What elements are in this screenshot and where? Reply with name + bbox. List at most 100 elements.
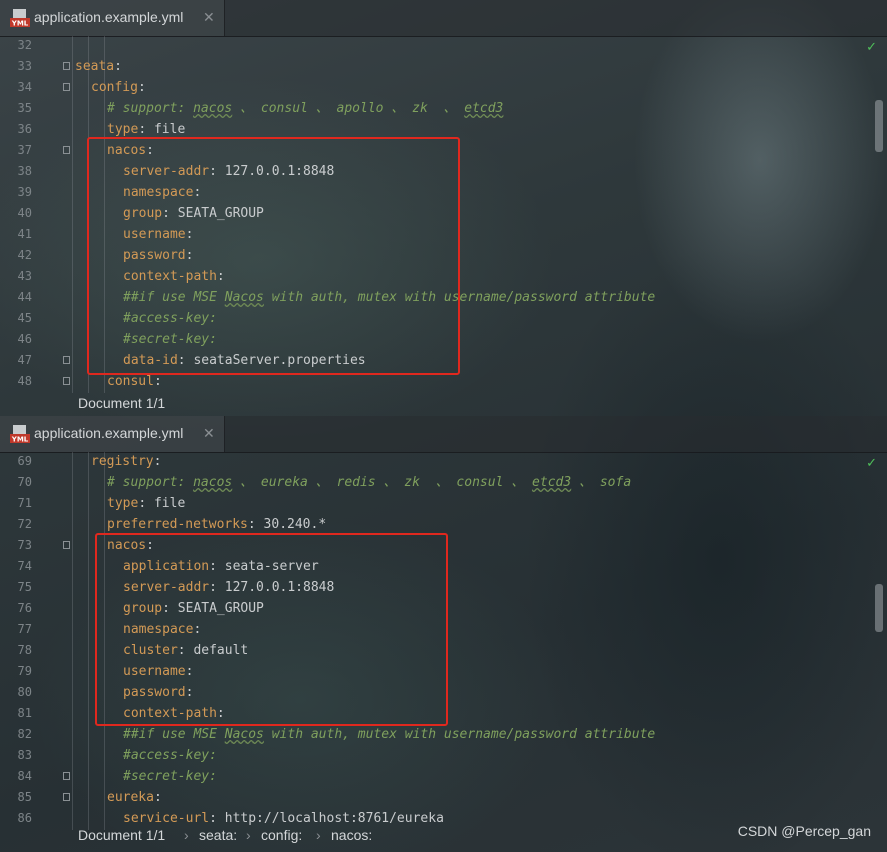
document-indicator[interactable]: Document 1/1 xyxy=(78,827,165,843)
breadcrumb-item[interactable]: nacos: xyxy=(331,827,372,843)
line-number: 79 xyxy=(17,664,32,678)
line-number: 72 xyxy=(17,517,32,531)
line-number: 46 xyxy=(17,332,32,346)
line-number: 70 xyxy=(17,475,32,489)
yaml-key: config xyxy=(91,80,138,95)
file-tab[interactable]: YML application.example.yml ✕ xyxy=(0,0,225,36)
line-number: 44 xyxy=(17,290,32,304)
yml-file-icon: YML xyxy=(10,425,30,444)
fold-marker-icon[interactable] xyxy=(63,377,70,385)
fold-marker-icon[interactable] xyxy=(63,83,70,91)
code-line[interactable]: 32 xyxy=(0,35,887,56)
fold-marker-icon[interactable] xyxy=(63,793,70,801)
line-number: 81 xyxy=(17,706,32,720)
fold-marker-icon[interactable] xyxy=(63,772,70,780)
tab-title: application.example.yml xyxy=(34,9,184,25)
line-number: 76 xyxy=(17,601,32,615)
tab-bar: YML application.example.yml ✕ xyxy=(0,0,887,37)
highlight-box xyxy=(95,533,448,726)
line-number: 36 xyxy=(17,122,32,136)
yaml-key: type xyxy=(107,496,139,511)
fold-marker-icon[interactable] xyxy=(63,146,70,154)
code-line[interactable]: 72 preferred-networks: 30.240.* xyxy=(0,514,887,535)
line-number: 75 xyxy=(17,580,32,594)
line-number: 74 xyxy=(17,559,32,573)
line-text: # support: nacos 、 consul 、 apollo 、 zk … xyxy=(107,98,503,119)
yaml-key: type xyxy=(107,122,139,137)
line-number: 82 xyxy=(17,727,32,741)
breadcrumb-separator: › xyxy=(184,827,189,843)
line-number: 38 xyxy=(17,164,32,178)
line-number: 33 xyxy=(17,59,32,73)
document-indicator[interactable]: Document 1/1 xyxy=(78,395,165,411)
line-number: 85 xyxy=(17,790,32,804)
code-line[interactable]: 70 # support: nacos 、 eureka 、 redis 、 zk… xyxy=(0,472,887,493)
line-number: 32 xyxy=(17,38,32,52)
file-tab[interactable]: YML application.example.yml ✕ xyxy=(0,416,225,452)
code-line[interactable]: 34 config: xyxy=(0,77,887,98)
code-line[interactable]: 33 seata: xyxy=(0,56,887,77)
line-text: eureka: xyxy=(107,787,162,808)
fold-marker-icon[interactable] xyxy=(63,62,70,70)
yaml-key: consul xyxy=(107,374,154,389)
yaml-value: : file xyxy=(138,496,186,511)
breadcrumb-item[interactable]: config: xyxy=(261,827,302,843)
line-number: 35 xyxy=(17,101,32,115)
line-number: 84 xyxy=(17,769,32,783)
yaml-value: : xyxy=(153,454,162,469)
line-text: config: xyxy=(91,77,146,98)
code-line[interactable]: 35 # support: nacos 、 consul 、 apollo 、 z… xyxy=(0,98,887,119)
yaml-key: preferred-networks xyxy=(107,517,248,532)
code-line[interactable]: 71 type: file xyxy=(0,493,887,514)
tab-bar: YML application.example.yml ✕ xyxy=(0,416,887,453)
line-text: #access-key: xyxy=(123,745,217,766)
line-number: 45 xyxy=(17,311,32,325)
line-text: seata: xyxy=(75,56,122,77)
line-text: registry: xyxy=(91,451,161,472)
fold-marker-icon[interactable] xyxy=(63,356,70,364)
yaml-key: registry xyxy=(91,454,154,469)
code-line[interactable]: 85 eureka: xyxy=(0,787,887,808)
line-text: # support: nacos 、 eureka 、 redis 、 zk 、… xyxy=(107,472,631,493)
close-tab-icon[interactable]: ✕ xyxy=(203,9,215,26)
yaml-comment: # support: nacos 、 eureka 、 redis 、 zk 、… xyxy=(107,475,632,490)
close-tab-icon[interactable]: ✕ xyxy=(203,425,215,442)
line-number: 37 xyxy=(17,143,32,157)
line-number: 71 xyxy=(17,496,32,510)
line-number: 47 xyxy=(17,353,32,367)
line-text: type: file xyxy=(107,493,185,514)
code-line[interactable]: 82 ##if use MSE Nacos with auth, mutex wi… xyxy=(0,724,887,745)
line-number: 39 xyxy=(17,185,32,199)
editor-pane-top: YML application.example.yml ✕ ✓ 32 33 seat… xyxy=(0,0,887,416)
tab-title: application.example.yml xyxy=(34,425,184,441)
yaml-value: : xyxy=(137,80,146,95)
line-number: 73 xyxy=(17,538,32,552)
watermark: CSDN @Percep_gan xyxy=(737,823,871,839)
yaml-value: : 30.240.* xyxy=(247,517,327,532)
line-number: 41 xyxy=(17,227,32,241)
code-line[interactable]: 69 registry: xyxy=(0,451,887,472)
line-text: preferred-networks: 30.240.* xyxy=(107,514,326,535)
breadcrumb-item[interactable]: seata: xyxy=(199,827,237,843)
breadcrumb-separator: › xyxy=(246,827,251,843)
yaml-value: : file xyxy=(138,122,186,137)
line-text: #secret-key: xyxy=(123,766,217,787)
yaml-value: : xyxy=(114,59,122,74)
status-bar: Document 1/1 xyxy=(0,388,887,416)
yaml-key: seata xyxy=(75,59,115,74)
line-number: 40 xyxy=(17,206,32,220)
yaml-comment: # support: nacos 、 consul 、 apollo 、 zk … xyxy=(107,101,504,116)
yaml-value: : xyxy=(153,374,162,389)
code-line[interactable]: 83 #access-key: xyxy=(0,745,887,766)
svg-text:YML: YML xyxy=(11,20,29,28)
yml-file-icon: YML xyxy=(10,9,30,28)
fold-marker-icon[interactable] xyxy=(63,541,70,549)
line-number: 69 xyxy=(17,454,32,468)
line-number: 43 xyxy=(17,269,32,283)
line-number: 34 xyxy=(17,80,32,94)
line-number: 77 xyxy=(17,622,32,636)
highlight-box xyxy=(87,137,460,375)
breadcrumb-separator: › xyxy=(316,827,321,843)
code-line[interactable]: 84 #secret-key: xyxy=(0,766,887,787)
yaml-comment: #access-key: xyxy=(123,748,217,763)
